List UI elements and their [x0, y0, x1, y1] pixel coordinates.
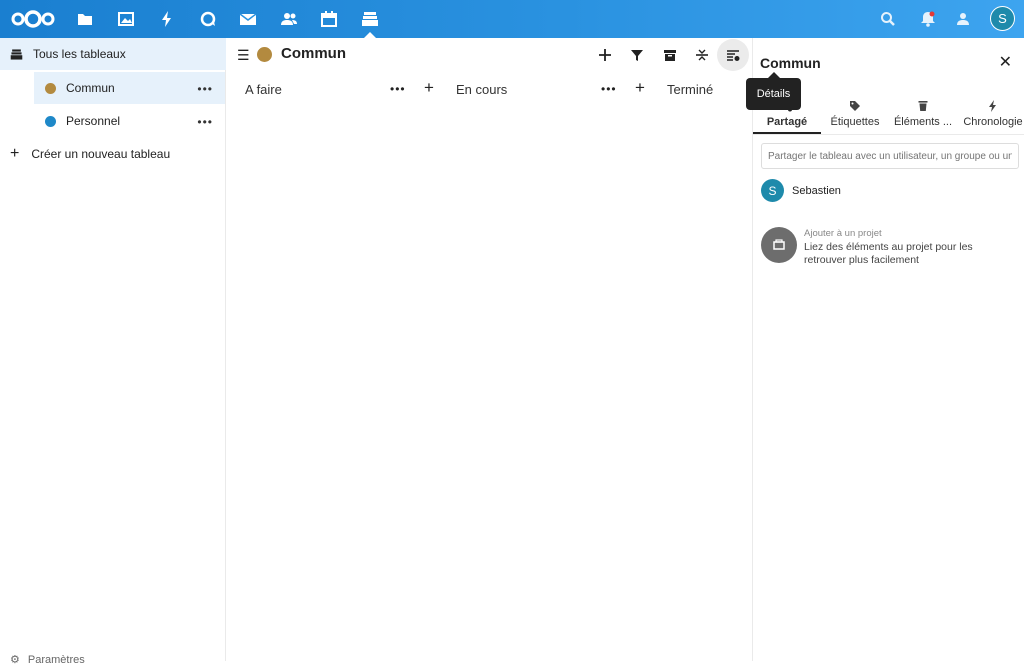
nextcloud-logo[interactable]	[10, 9, 56, 29]
files-icon[interactable]	[75, 9, 95, 29]
avatar: S	[761, 179, 784, 202]
settings-label: Paramètres	[27, 653, 85, 666]
settings-button[interactable]: ⚙ Paramètres	[10, 653, 85, 666]
tab-label: Chronologie	[963, 116, 1023, 128]
close-icon[interactable]: ✕	[999, 52, 1012, 72]
stack-title[interactable]: En cours	[456, 82, 507, 106]
stack-actions-menu[interactable]: •••	[390, 82, 406, 96]
board-color-dot	[45, 115, 56, 127]
user-avatar[interactable]: S	[990, 6, 1015, 31]
board-color-dot	[45, 82, 56, 94]
sidebar-item-personnel[interactable]: Personnel •••	[34, 105, 225, 137]
mail-icon[interactable]	[238, 9, 258, 29]
project-description: Liez des éléments au projet pour les ret…	[804, 241, 973, 266]
menu-toggle-icon[interactable]: ☰	[237, 47, 250, 64]
tab-divider	[753, 134, 1024, 135]
add-card-button[interactable]: +	[424, 78, 434, 98]
shared-user-row: S Sebastien	[761, 179, 841, 202]
activity-icon[interactable]	[157, 9, 177, 29]
talk-icon[interactable]	[198, 9, 218, 29]
top-bar: S	[0, 0, 1024, 38]
board-header: ☰ Commun	[227, 38, 751, 72]
create-board-button[interactable]: + Créer un nouveau tableau	[0, 138, 226, 170]
sidebar-item-commun[interactable]: Commun •••	[34, 72, 225, 104]
share-search-input[interactable]	[761, 143, 1019, 169]
notifications-icon[interactable]	[918, 9, 938, 29]
stack-title[interactable]: A faire	[245, 82, 282, 106]
add-card-button[interactable]: +	[635, 78, 645, 98]
project-label: Ajouter à un projet	[804, 228, 882, 239]
project-icon	[761, 227, 797, 263]
deck-icon	[10, 48, 23, 61]
sidebar-item-label: Personnel	[66, 114, 121, 128]
tab-label: Éléments ...	[893, 116, 953, 128]
board-color-dot	[257, 47, 272, 62]
tab-timeline[interactable]: Chronologie	[961, 100, 1024, 134]
collapse-icon[interactable]	[692, 45, 712, 65]
page-title: Commun	[281, 45, 346, 62]
search-icon[interactable]	[878, 9, 898, 29]
gear-icon: ⚙	[10, 654, 20, 666]
tab-label: Étiquettes	[830, 116, 880, 128]
stack-title[interactable]: Terminé	[667, 82, 713, 106]
photos-icon[interactable]	[116, 9, 136, 29]
stack-actions-menu[interactable]: •••	[601, 82, 617, 96]
tag-icon	[826, 100, 884, 114]
tooltip-label: Détails	[756, 88, 791, 100]
details-toggle-button[interactable]	[717, 39, 749, 71]
sidebar-item-label: Tous les tableaux	[33, 47, 126, 61]
add-stack-button[interactable]	[595, 45, 615, 65]
project-text: Ajouter à un projet Liez des éléments au…	[804, 227, 994, 267]
sidebar-item-label: Commun	[66, 81, 115, 95]
contacts-icon[interactable]	[279, 9, 299, 29]
user-name: Sebastien	[792, 184, 841, 197]
archive-icon[interactable]	[660, 45, 680, 65]
details-sidebar: Commun ✕ Partagé Étiquettes Éléments ...…	[752, 38, 1024, 661]
create-board-label: Créer un nouveau tableau	[31, 147, 171, 161]
tab-deleted-items[interactable]: Éléments ...	[892, 100, 954, 134]
board-area: ☰ Commun A faire ••• + En cours ••• + Te…	[227, 38, 751, 661]
sidebar: Tous les tableaux Commun ••• Personnel •…	[0, 38, 226, 666]
add-to-project[interactable]: Ajouter à un projet Liez des éléments au…	[761, 227, 994, 267]
activity-icon	[961, 100, 1024, 114]
filter-icon[interactable]	[627, 45, 647, 65]
calendar-icon[interactable]	[319, 9, 339, 29]
board-actions-menu[interactable]: •••	[197, 82, 213, 96]
tab-labels[interactable]: Étiquettes	[826, 100, 884, 134]
sidebar-item-all-boards[interactable]: Tous les tableaux	[0, 38, 226, 70]
tooltip: Détails	[746, 72, 801, 110]
deck-icon[interactable]	[360, 9, 380, 29]
plus-icon: +	[10, 145, 20, 162]
details-title: Commun	[760, 55, 821, 71]
contacts-menu-icon[interactable]	[954, 9, 974, 29]
board-actions-menu[interactable]: •••	[197, 115, 213, 129]
trash-icon	[892, 100, 954, 114]
tab-label: Partagé	[766, 116, 808, 128]
